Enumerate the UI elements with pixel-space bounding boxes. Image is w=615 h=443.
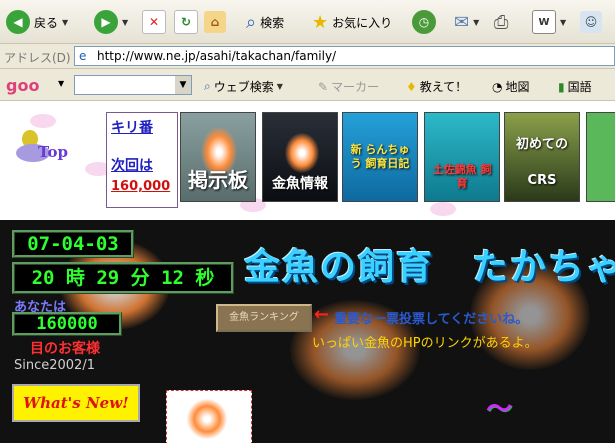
kiriban-box: キリ番 次回は 160,000 [106,112,178,208]
home-button[interactable]: ⌂ [204,6,226,38]
marker-button[interactable]: ✎ マーカー [318,78,379,95]
page-title: 金魚の飼育 たかちゃ [244,247,615,288]
web-search-button[interactable]: ⌕ ウェブ検索 ▼ [204,78,283,95]
goo-toolbar: goo ▼ ▼ ⌕ ウェブ検索 ▼ ✎ マーカー ♦ 教えて！ ◔ 地図 ▮ 国… [0,69,615,101]
clock-icon: ◔ [492,79,503,94]
nav-thumb-ranchu[interactable]: 新 らんちゅう 飼育日記 [342,112,418,202]
chevron-down-icon[interactable]: ▼ [175,76,191,94]
messenger-icon: ☺ [580,11,602,33]
back-button[interactable]: ◀ 戻る ▼ [6,6,68,38]
goo-logo[interactable]: goo [6,76,39,95]
oshiete-label: 教えて！ [419,80,468,94]
next-number[interactable]: 160,000 [111,179,170,194]
nav-thumb-bbs[interactable]: 掲示板 [180,112,256,202]
chevron-down-icon[interactable]: ▼ [560,18,566,27]
home-icon: ⌂ [204,11,226,33]
vote-notice: 重要な一票投票してくださいね。 [334,312,529,327]
browser-toolbar: ◀ 戻る ▼ ▶ ▼ ✕ ↻ ⌂ ⌕ 検索 ★ お気に入り ◷ ✉ ▼ ⎙ W … [0,0,615,44]
top-label: Top [38,143,68,161]
print-button[interactable]: ⎙ [494,6,508,38]
dictionary-label: 国語 [567,80,592,94]
petal-decoration [30,114,56,128]
thumb-label: 初めての CRS [515,137,568,188]
okyaku-label: 目のお客様 [30,341,100,357]
nav-thumb-info[interactable]: 金魚情報 [262,112,338,202]
mail-button[interactable]: ✉ ▼ [454,6,479,38]
printer-icon: ⎙ [494,11,509,33]
back-label: 戻る [34,15,59,30]
search-label: 検索 [260,15,285,30]
favorites-label: お気に入り [332,15,393,30]
chevron-down-icon[interactable]: ▼ [277,82,283,91]
star-icon: ★ [312,11,329,33]
map-label: 地図 [505,80,530,94]
favorites-button[interactable]: ★ お気に入り [312,6,392,38]
search-icon: ⌕ [204,79,211,93]
whats-new-button[interactable]: What's New! [12,384,140,422]
oshiete-button[interactable]: ♦ 教えて！ [406,78,467,95]
forward-arrow-icon: ▶ [94,10,118,34]
history-icon: ◷ [412,10,436,34]
thumb-label: 金魚情報 [272,176,328,192]
marker-label: マーカー [331,80,380,94]
address-input[interactable]: e http://www.ne.jp/asahi/takachan/family… [74,46,615,66]
petal-decoration [430,202,456,216]
chevron-down-icon[interactable]: ▼ [58,79,64,88]
ranking-button[interactable]: 金魚ランキング [216,304,312,332]
messenger-button[interactable]: ☺ [580,6,602,38]
address-url: http://www.ne.jp/asahi/takachan/family/ [97,49,337,63]
top-button[interactable]: Top [12,130,82,170]
nav-thumb-more[interactable] [586,112,615,202]
visitor-counter: 160000 [12,312,122,336]
history-button[interactable]: ◷ [412,6,436,38]
time-display: 20 時 29 分 12 秒 [12,262,234,294]
dictionary-button[interactable]: ▮ 国語 [558,78,592,95]
chevron-down-icon[interactable]: ▼ [473,18,479,27]
kiriban-link[interactable]: キリ番 [111,117,153,137]
chevron-down-icon[interactable]: ▼ [62,18,68,27]
goldfish-illustration[interactable] [166,390,252,443]
web-page: Top キリ番 次回は 160,000 掲示板 金魚情報 新 らんちゅう 飼育日… [0,102,615,443]
address-label: アドレス(D) [4,51,71,65]
date-display: 07-04-03 [12,230,134,258]
thumb-label: 新 らんちゅう 飼育日記 [350,143,410,170]
lightbulb-icon: ♦ [406,79,417,94]
goo-search-input[interactable]: ▼ [74,75,192,95]
search-icon: ⌕ [246,11,257,33]
since-label: Since2002/1 [14,358,95,373]
page-icon: e [79,49,87,63]
chevron-down-icon[interactable]: ▼ [122,18,128,27]
main-banner: 07-04-03 20 時 29 分 12 秒 あなたは 160000 目のお客… [0,220,615,443]
thumb-label: 掲示板 [188,168,248,192]
map-button[interactable]: ◔ 地図 [492,78,530,95]
next-label[interactable]: 次回は [111,155,153,175]
link-notice: いっぱい金魚のHPのリンクがあるよ。 [312,336,538,351]
nav-thumb-tosakin[interactable]: 土佐錦魚 飼育 [424,112,500,202]
site-nav: Top キリ番 次回は 160,000 掲示板 金魚情報 新 らんちゅう 飼育日… [0,102,615,220]
stop-button[interactable]: ✕ [142,6,166,38]
forward-button[interactable]: ▶ ▼ [94,6,128,38]
back-arrow-icon: ◀ [6,10,30,34]
animated-logo-icon: 〜 [485,393,514,426]
word-icon: W [532,10,556,34]
web-search-label: ウェブ検索 [213,80,274,94]
goldfish-image [285,133,319,173]
stop-icon: ✕ [142,10,166,34]
thumb-label: 土佐錦魚 飼育 [432,163,492,190]
marker-icon: ✎ [318,79,329,94]
arrow-left-icon: ← [314,304,330,325]
refresh-button[interactable]: ↻ [174,6,198,38]
mail-icon: ✉ [454,11,470,33]
goldfish-image [187,399,227,439]
address-bar: アドレス(D) e http://www.ne.jp/asahi/takacha… [0,44,615,69]
search-button[interactable]: ⌕ 検索 [246,6,284,38]
nav-thumb-crs[interactable]: 初めての CRS [504,112,580,202]
refresh-icon: ↻ [174,10,198,34]
edit-button[interactable]: W ▼ [532,6,566,38]
book-icon: ▮ [558,79,565,94]
